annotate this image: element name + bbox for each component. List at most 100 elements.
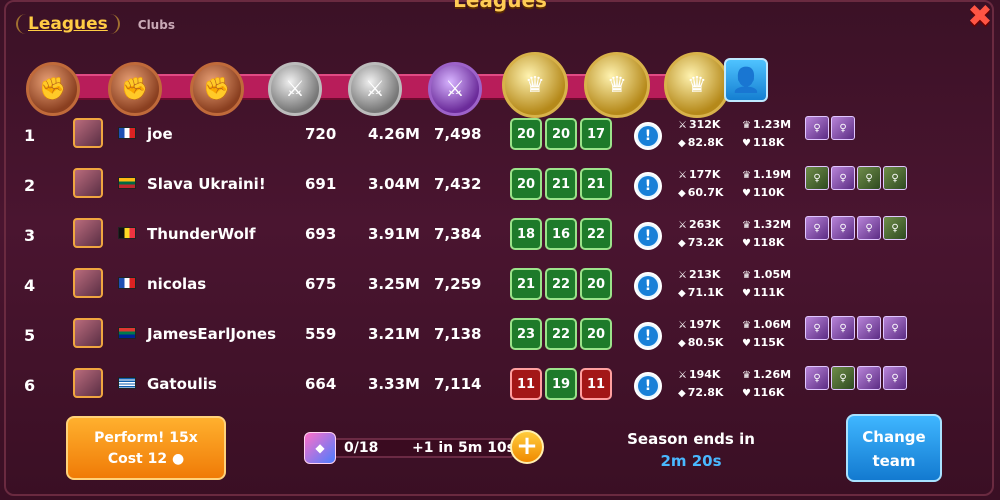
leaderboard-row[interactable]: 4 nicolas 675 3.25M 7,259 21 22 20 ! ⚔ 21… <box>0 264 1000 308</box>
girl-icon: ♀ <box>857 216 881 240</box>
player-power: 4.26M <box>368 125 420 143</box>
leaderboard-row[interactable]: 5 JamesEarlJones 559 3.21M 7,138 23 22 2… <box>0 314 1000 358</box>
fight-box[interactable]: 21 <box>580 168 612 200</box>
fight-results: 18 16 22 <box>510 218 612 250</box>
player-power: 3.33M <box>368 375 420 393</box>
player-power: 3.21M <box>368 325 420 343</box>
gold-league-2-icon: ♛ <box>584 52 650 118</box>
rank: 4 <box>24 276 36 295</box>
team-girls: ♀ ♀ ♀ ♀ <box>805 216 907 240</box>
rank: 6 <box>24 376 36 395</box>
flag-icon <box>118 377 136 389</box>
fight-box[interactable]: 20 <box>580 268 612 300</box>
fight-box[interactable]: 20 <box>510 118 542 150</box>
fight-results: 21 22 20 <box>510 268 612 300</box>
fight-box[interactable]: 22 <box>545 318 577 350</box>
fight-box[interactable]: 22 <box>580 218 612 250</box>
girl-icon: ♀ <box>857 366 881 390</box>
avatar[interactable] <box>73 268 103 298</box>
info-icon[interactable]: ! <box>634 172 662 200</box>
fight-box[interactable]: 22 <box>545 268 577 300</box>
fight-box[interactable]: 21 <box>510 268 542 300</box>
player-name[interactable]: ThunderWolf <box>147 225 256 243</box>
girl-icon: ♀ <box>805 216 829 240</box>
fight-box[interactable]: 11 <box>580 368 612 400</box>
change-team-label: Change <box>862 428 926 446</box>
avatar[interactable] <box>73 318 103 348</box>
girl-icon: ♀ <box>883 366 907 390</box>
tab-clubs[interactable]: Clubs <box>138 18 175 34</box>
fight-box[interactable]: 23 <box>510 318 542 350</box>
player-points: 7,384 <box>434 225 482 243</box>
bronze-league-3-icon: ✊ <box>190 62 244 116</box>
page-title: Leagues <box>453 0 547 12</box>
leaderboard-row[interactable]: 1 joe 720 4.26M 7,498 20 20 17 ! ⚔ 312K ♛ 1… <box>0 114 1000 158</box>
tab-bar: Leagues Clubs <box>16 14 175 34</box>
add-energy-button[interactable]: + <box>510 430 544 464</box>
fight-box[interactable]: 17 <box>580 118 612 150</box>
player-level: 720 <box>305 125 337 143</box>
perform-label: Perform! 15x <box>94 430 198 446</box>
cost-label: Cost 12 <box>107 451 168 467</box>
fight-box[interactable]: 19 <box>545 368 577 400</box>
player-name[interactable]: Slava Ukraini! <box>147 175 266 193</box>
player-level: 693 <box>305 225 337 243</box>
player-power: 3.04M <box>368 175 420 193</box>
perform-button[interactable]: Perform! 15x Cost 12 ● <box>66 416 226 480</box>
team-girls: ♀ ♀ ♀ ♀ <box>805 316 907 340</box>
player-name[interactable]: JamesEarlJones <box>147 325 276 343</box>
silver-league-2-icon: ⚔ <box>348 62 402 116</box>
leaderboard-row[interactable]: 3 ThunderWolf 693 3.91M 7,384 18 16 22 !… <box>0 214 1000 258</box>
flag-icon <box>118 327 136 339</box>
fight-results: 11 19 11 <box>510 368 612 400</box>
player-points: 7,259 <box>434 275 482 293</box>
fight-box[interactable]: 20 <box>580 318 612 350</box>
fight-box[interactable]: 20 <box>510 168 542 200</box>
fight-box[interactable]: 16 <box>545 218 577 250</box>
close-icon[interactable]: ✖ <box>966 2 994 32</box>
info-icon[interactable]: ! <box>634 322 662 350</box>
flag-icon <box>118 227 136 239</box>
avatar[interactable] <box>73 368 103 398</box>
season-timer: Season ends in 2m 20s <box>626 428 756 472</box>
energy-gem-icon: ◆ <box>304 432 336 464</box>
team-icon[interactable]: 👤 <box>724 58 768 102</box>
player-name[interactable]: nicolas <box>147 275 206 293</box>
fight-box[interactable]: 11 <box>510 368 542 400</box>
coin-icon: ● <box>171 451 185 467</box>
avatar[interactable] <box>73 218 103 248</box>
leaderboard-row[interactable]: 2 Slava Ukraini! 691 3.04M 7,432 20 21 2… <box>0 164 1000 208</box>
silver-league-3-icon: ⚔ <box>428 62 482 116</box>
change-team-button[interactable]: Change team <box>846 414 942 482</box>
rank: 1 <box>24 126 36 145</box>
fight-results: 23 22 20 <box>510 318 612 350</box>
player-points: 7,498 <box>434 125 482 143</box>
girl-icon: ♀ <box>805 366 829 390</box>
fight-box[interactable]: 20 <box>545 118 577 150</box>
player-level: 664 <box>305 375 337 393</box>
tab-leagues[interactable]: Leagues <box>16 14 120 34</box>
avatar[interactable] <box>73 168 103 198</box>
info-icon[interactable]: ! <box>634 272 662 300</box>
avatar[interactable] <box>73 118 103 148</box>
gold-league-1-icon: ♛ <box>502 52 568 118</box>
girl-icon: ♀ <box>831 116 855 140</box>
info-icon[interactable]: ! <box>634 222 662 250</box>
fight-box[interactable]: 21 <box>545 168 577 200</box>
girl-icon: ♀ <box>831 166 855 190</box>
leaderboard-row[interactable]: 6 Gatoulis 664 3.33M 7,114 11 19 11 ! ⚔ 1… <box>0 364 1000 408</box>
player-name[interactable]: Gatoulis <box>147 375 217 393</box>
team-girls: ♀ ♀ <box>805 116 855 140</box>
player-level: 675 <box>305 275 337 293</box>
info-icon[interactable]: ! <box>634 372 662 400</box>
fight-results: 20 20 17 <box>510 118 612 150</box>
player-stats: ⚔ 263K ♛ 1.32M ◆ 73.2K ♥ 118K <box>678 218 792 249</box>
girl-icon: ♀ <box>831 316 855 340</box>
player-level: 691 <box>305 175 337 193</box>
player-stats: ⚔ 213K ♛ 1.05M ◆ 71.1K ♥ 111K <box>678 268 792 299</box>
fight-results: 20 21 21 <box>510 168 612 200</box>
girl-icon: ♀ <box>857 316 881 340</box>
info-icon[interactable]: ! <box>634 122 662 150</box>
fight-box[interactable]: 18 <box>510 218 542 250</box>
player-name[interactable]: joe <box>147 125 173 143</box>
